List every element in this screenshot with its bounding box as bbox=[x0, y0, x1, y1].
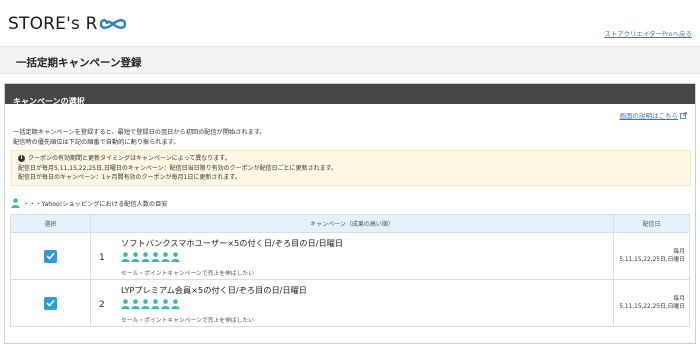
person-icon bbox=[131, 299, 140, 311]
checkmark-icon bbox=[46, 299, 55, 307]
checkmark-icon bbox=[46, 252, 55, 260]
panel-title: キャンペーンの選択 bbox=[13, 97, 85, 106]
header-select: 選択 bbox=[10, 214, 91, 233]
notice-box: i クーポンの有効期間と更新タイミングはキャンペーンによって異なります。 配信日… bbox=[11, 150, 691, 186]
notice-line: クーポンの有効期間と更新タイミングはキャンペーンによって異なります。 bbox=[28, 155, 231, 162]
table-row: 2 LYPプレミアム会員×5の付く日/ぞろ目の日/日曜日セール・ポイントキャンペー… bbox=[10, 279, 690, 327]
campaign-cell: 1 ソフトバンクスマホユーザー×5の付く日/ぞろ目の日/日曜日セール・ポイントキャ… bbox=[90, 232, 614, 280]
page-header: 一括定期キャンペーン登録 bbox=[0, 46, 700, 74]
person-icon bbox=[11, 198, 20, 208]
person-icon bbox=[121, 299, 130, 311]
description-line: 一括定期キャンペーンを登録すると、最短で登録日の翌日から初回の配信が開始されます… bbox=[13, 129, 266, 136]
person-icon bbox=[121, 252, 130, 264]
legend-text: ・・・Yahoo!ショッピングにおける配信人数の目安 bbox=[23, 200, 168, 208]
store-logo[interactable]: STORE's R bbox=[8, 14, 126, 34]
campaign-title: LYPプレミアム会員×5の付く日/ぞろ目の日/日曜日 bbox=[121, 285, 307, 295]
external-link-icon bbox=[680, 111, 687, 119]
date-line: 毎月 bbox=[673, 296, 685, 302]
date-line: 5,11,15,22,25日,日曜日 bbox=[619, 257, 685, 263]
help-link[interactable]: 画面の説明はこちら bbox=[620, 110, 688, 120]
panel-header: キャンペーンの選択 bbox=[5, 84, 695, 106]
page-title: 一括定期キャンペーン登録 bbox=[16, 57, 142, 69]
person-icon bbox=[161, 299, 170, 311]
select-cell bbox=[10, 232, 91, 280]
person-icon bbox=[171, 252, 180, 264]
description: 一括定期キャンペーンを登録すると、最短で登録日の翌日から初回の配信が開始されます… bbox=[13, 128, 266, 148]
person-icon bbox=[131, 252, 140, 264]
select-cell bbox=[10, 279, 91, 327]
delivery-date-cell: 毎月 5,11,15,22,25日,日曜日 bbox=[613, 279, 690, 327]
delivery-date-cell: 毎月 5,11,15,22,25日,日曜日 bbox=[613, 232, 690, 280]
person-icon bbox=[141, 299, 150, 311]
person-icon bbox=[171, 299, 180, 311]
campaign-rank: 2 bbox=[99, 300, 105, 310]
table-row: 1 ソフトバンクスマホユーザー×5の付く日/ぞろ目の日/日曜日セール・ポイントキャ… bbox=[10, 232, 690, 280]
help-link-label: 画面の説明はこちら bbox=[619, 112, 679, 120]
header-delivery-date: 配信日 bbox=[613, 214, 690, 233]
person-icon bbox=[161, 252, 170, 264]
campaign-checkbox[interactable] bbox=[44, 249, 57, 263]
top-bar: STORE's R ストアクリエイターProへ戻る bbox=[0, 0, 700, 46]
legend: ・・・Yahoo!ショッピングにおける配信人数の目安 bbox=[11, 198, 167, 208]
person-icon bbox=[151, 299, 160, 311]
person-icon bbox=[141, 252, 150, 264]
description-line: 配信時の優先順位は下記の順番で自動的に割り振られます。 bbox=[13, 139, 180, 146]
header-campaign: キャンペーン（成果の高い順） bbox=[90, 214, 614, 233]
info-icon: i bbox=[18, 155, 25, 163]
campaign-rank: 1 bbox=[99, 253, 105, 263]
campaign-cell: 2 LYPプレミアム会員×5の付く日/ぞろ目の日/日曜日セール・ポイントキャンペー… bbox=[90, 279, 614, 327]
infinity-logo-icon bbox=[99, 17, 126, 31]
reach-indicator bbox=[121, 252, 613, 264]
campaign-goal: セール・ポイントキャンペーンで売上を伸ばしたい bbox=[121, 271, 255, 277]
reach-indicator bbox=[121, 299, 613, 311]
person-icon bbox=[151, 252, 160, 264]
date-line: 毎月 bbox=[673, 249, 685, 255]
notice-line: 配信日が毎日のキャンペーン：1ヶ月間有効のクーポンが毎月1日に更新されます。 bbox=[18, 174, 241, 181]
back-to-store-creator-link[interactable]: ストアクリエイターProへ戻る bbox=[604, 28, 692, 38]
notice-line: 配信日が毎月5,11,15,22,25日,日曜日のキャンペーン：配信日当日限り有… bbox=[18, 164, 337, 172]
campaign-goal: セール・ポイントキャンペーンで売上を伸ばしたい bbox=[121, 318, 255, 324]
logo-text: STORE's R bbox=[8, 14, 98, 34]
campaign-title: ソフトバンクスマホユーザー×5の付く日/ぞろ目の日/日曜日 bbox=[121, 238, 344, 248]
campaign-table: 選択 キャンペーン（成果の高い順） 配信日 1 ソフトバンクスマホユーザー×5の付… bbox=[10, 214, 690, 327]
campaign-checkbox[interactable] bbox=[44, 296, 57, 310]
date-line: 5,11,15,22,25日,日曜日 bbox=[619, 304, 685, 310]
